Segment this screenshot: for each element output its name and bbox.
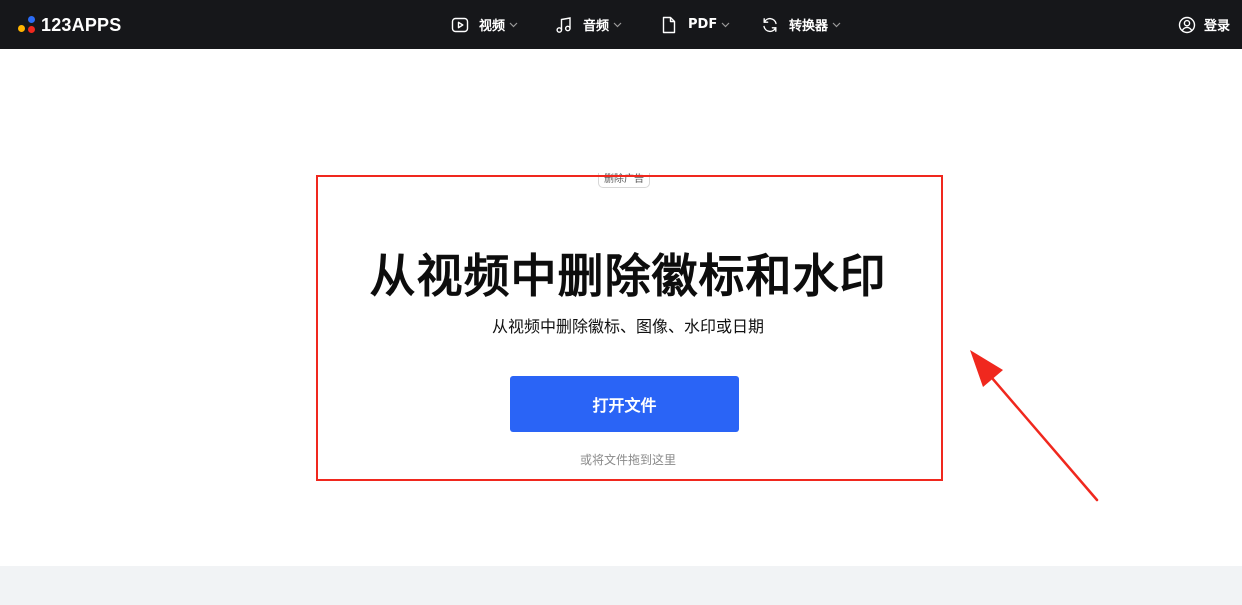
drop-file-hint: 或将文件拖到这里 (579, 453, 676, 467)
chevron-down-icon (613, 22, 622, 28)
logo-dots-icon (18, 16, 36, 34)
page-title: 从视频中删除徽标和水印 (369, 249, 887, 303)
annotation-arrow-icon (970, 350, 1099, 502)
login-label: 登录 (1203, 19, 1230, 34)
page-subtitle: 从视频中删除徽标、图像、水印或日期 (491, 317, 764, 336)
nav-item-video[interactable]: 视频 (451, 0, 518, 49)
user-icon (1178, 16, 1196, 33)
document-icon (662, 16, 676, 33)
music-note-icon (556, 16, 571, 33)
nav-label-audio: 音频 (583, 19, 610, 34)
nav-label-converter: 转换器 (789, 19, 829, 34)
nav-item-audio[interactable]: 音频 (555, 0, 622, 49)
logo-text: 123APPS (41, 14, 122, 35)
top-navigation-bar: 123APPS 视频 音频 PDF 转换器 登录 (0, 0, 1242, 49)
footer-band (0, 566, 1242, 605)
chevron-down-icon (509, 22, 518, 28)
nav-item-converter[interactable]: 转换器 (761, 0, 841, 49)
convert-arrows-icon (763, 17, 777, 32)
chevron-down-icon (832, 22, 841, 28)
logo[interactable]: 123APPS (18, 15, 121, 35)
nav-label-video: 视频 (479, 19, 506, 34)
nav-label-pdf: PDF (688, 17, 718, 32)
remove-ads-link[interactable]: 删除广告 (598, 173, 650, 188)
open-file-button[interactable]: 打开文件 (510, 376, 739, 432)
nav-item-pdf[interactable]: PDF (660, 0, 730, 49)
login-button[interactable]: 登录 (1178, 0, 1230, 49)
video-icon (451, 17, 469, 32)
chevron-down-icon (721, 22, 730, 28)
